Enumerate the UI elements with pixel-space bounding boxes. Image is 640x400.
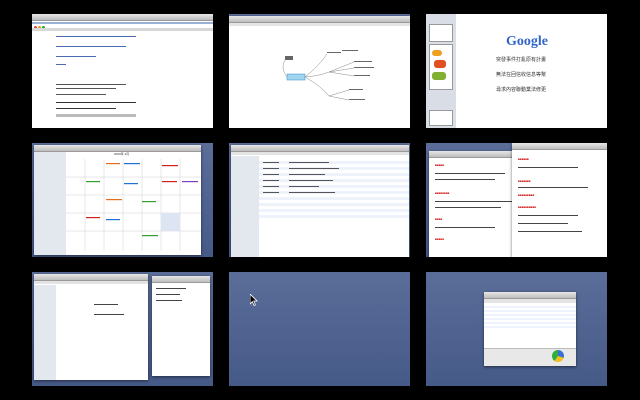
space-7[interactable] [32,272,213,386]
mindmap-window[interactable] [229,16,410,128]
finder-side-window[interactable] [152,276,210,376]
slide-logo: Google [506,34,548,49]
space-8[interactable] [229,272,410,386]
space-9[interactable] [426,272,607,386]
text-document-front[interactable]: ■■■■■■ ■■■■■■■ ■■■■■■■■■ ■■■■■■■■■■ [512,143,607,257]
slide-bullet-2: 無法在回信收信息等幫 [496,72,547,78]
slide-bullet-3: 尋求內容聯動業法修更 [496,87,547,93]
file-table [259,161,409,218]
process-table [484,306,576,328]
pointer-cursor-icon [250,294,258,306]
calendar-header: 2009年 4月 [114,152,130,156]
text-document-back[interactable]: ■■■■■ ■■■■■■■■ ■■■■ ■■■■■ [429,151,525,257]
calendar-grid [66,159,201,251]
mail-window[interactable] [32,14,213,128]
space-3[interactable]: Google 突發事件打亂原有計畫 無法在回信收信息等幫 尋求內容聯動業法修更 [426,14,607,128]
space-1[interactable] [32,14,213,128]
space-6[interactable]: ■■■■■ ■■■■■■■■ ■■■■ ■■■■■ ■■■■■■ ■■■■■■■… [426,143,607,257]
file-list-window[interactable] [231,145,409,257]
finder-window[interactable] [34,274,148,380]
presentation-window[interactable]: Google 突發事件打亂原有計畫 無法在回信收信息等幫 尋求內容聯動業法修更 [426,14,607,128]
space-2[interactable] [229,14,410,128]
space-5[interactable] [229,143,410,257]
space-4[interactable]: 2009年 4月 [32,143,213,257]
mind-map [282,50,374,101]
calendar-window[interactable]: 2009年 4月 [34,145,201,255]
central-node [286,73,306,81]
activity-monitor-window[interactable] [484,292,576,366]
slide-bullet-1: 突發事件打亂原有計畫 [496,57,547,63]
